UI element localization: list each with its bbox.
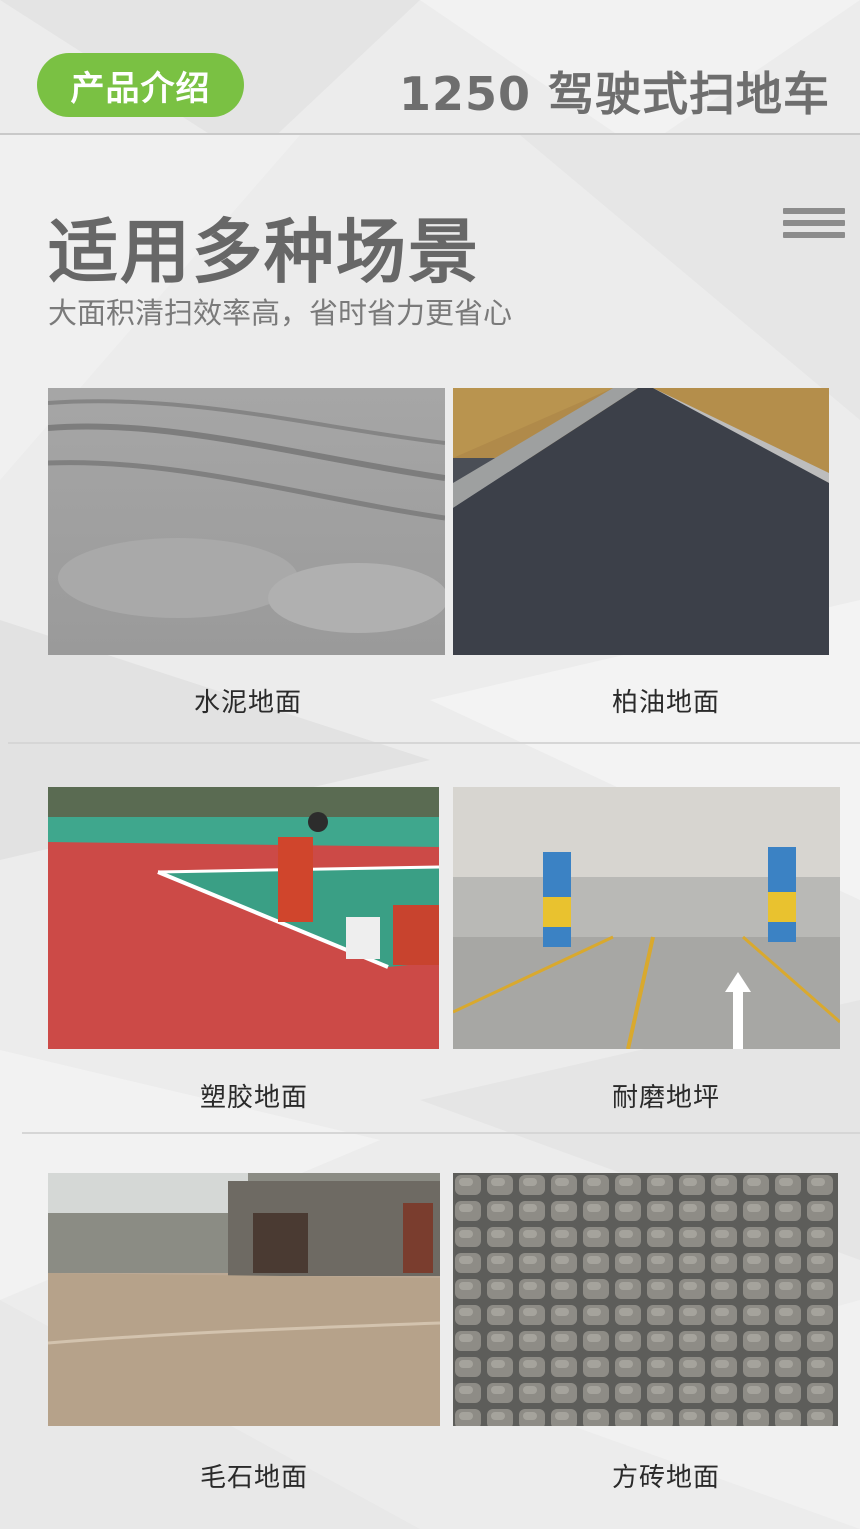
rubber-court-photo (48, 787, 439, 1049)
asphalt-road-photo (453, 388, 829, 655)
scene-label: 耐磨地坪 (611, 1083, 720, 1113)
menu-icon[interactable] (783, 208, 845, 242)
row-divider (8, 742, 860, 744)
product-intro-badge: 产品介绍 (37, 53, 244, 117)
product-title: 1250 驾驶式扫地车 (398, 67, 830, 121)
scene-label: 柏油地面 (611, 688, 720, 718)
scene-label: 水泥地面 (193, 688, 302, 718)
page-header: 产品介绍 1250 驾驶式扫地车 (0, 0, 860, 134)
scene-label: 方砖地面 (611, 1463, 720, 1493)
rubble-stone-photo (48, 1173, 440, 1426)
section-title: 适用多种场景 (48, 211, 480, 293)
row-divider (22, 1132, 860, 1134)
scene-label: 毛石地面 (199, 1463, 308, 1493)
cement-floor-photo (48, 388, 445, 655)
scene-label: 塑胶地面 (199, 1083, 308, 1113)
paving-tile-photo (453, 1173, 838, 1426)
parking-garage-photo (453, 787, 840, 1049)
section-subtitle: 大面积清扫效率高，省时省力更省心 (48, 296, 513, 330)
